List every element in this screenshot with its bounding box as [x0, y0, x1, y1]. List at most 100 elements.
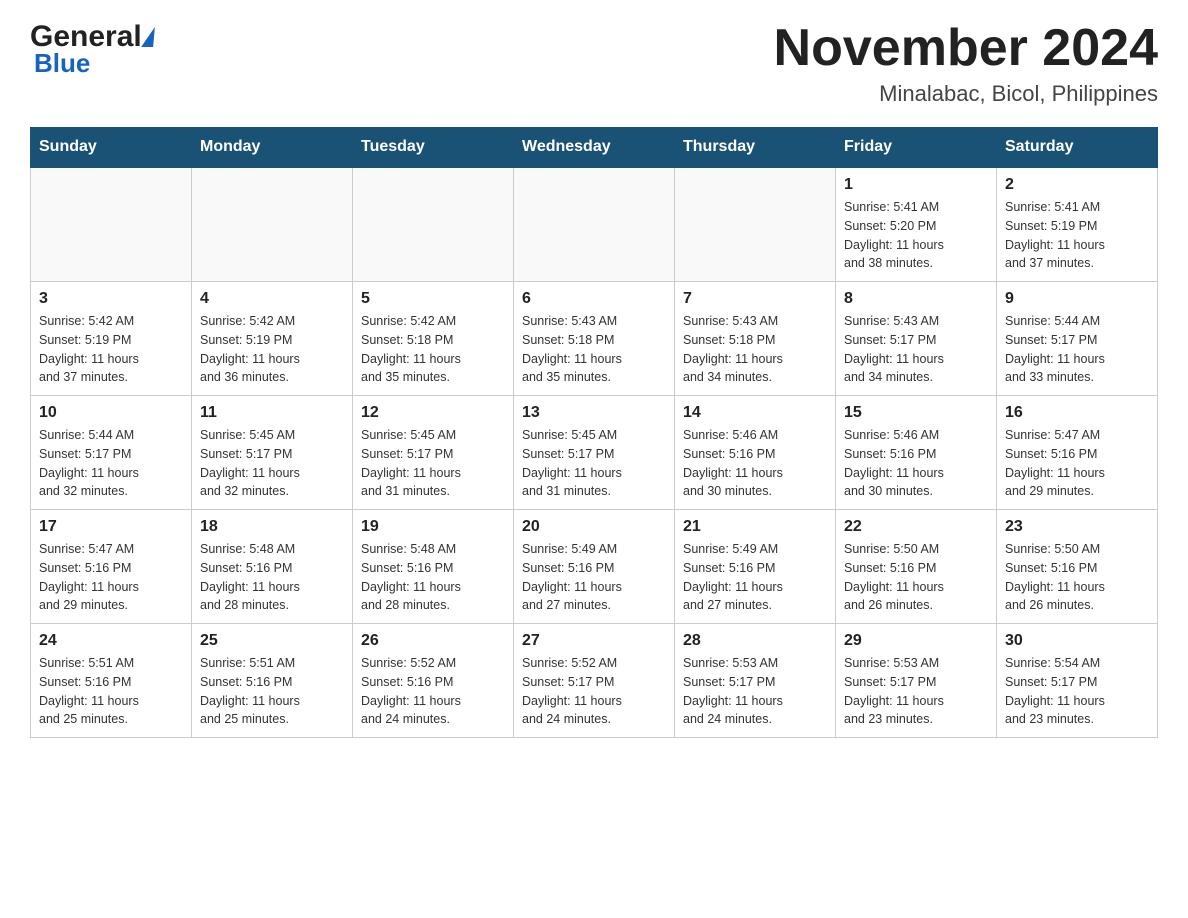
- weekday-header-row: SundayMondayTuesdayWednesdayThursdayFrid…: [31, 128, 1158, 168]
- cell-date-number: 19: [361, 518, 505, 536]
- calendar-cell: [675, 167, 836, 282]
- cell-date-number: 5: [361, 290, 505, 308]
- calendar-cell: 26 Sunrise: 5:52 AM Sunset: 5:16 PM Dayli…: [353, 624, 514, 738]
- cell-date-number: 30: [1005, 632, 1149, 650]
- cell-sun-info: Sunrise: 5:48 AM Sunset: 5:16 PM Dayligh…: [361, 540, 505, 615]
- cell-sun-info: Sunrise: 5:47 AM Sunset: 5:16 PM Dayligh…: [1005, 426, 1149, 501]
- cell-date-number: 7: [683, 290, 827, 308]
- cell-date-number: 13: [522, 404, 666, 422]
- cell-date-number: 14: [683, 404, 827, 422]
- cell-date-number: 17: [39, 518, 183, 536]
- calendar-cell: 18 Sunrise: 5:48 AM Sunset: 5:16 PM Dayli…: [192, 510, 353, 624]
- calendar-cell: 6Sunrise: 5:43 AM Sunset: 5:18 PM Daylig…: [514, 282, 675, 396]
- cell-sun-info: Sunrise: 5:52 AM Sunset: 5:16 PM Dayligh…: [361, 654, 505, 729]
- cell-sun-info: Sunrise: 5:51 AM Sunset: 5:16 PM Dayligh…: [39, 654, 183, 729]
- cell-sun-info: Sunrise: 5:49 AM Sunset: 5:16 PM Dayligh…: [522, 540, 666, 615]
- cell-sun-info: Sunrise: 5:49 AM Sunset: 5:16 PM Dayligh…: [683, 540, 827, 615]
- calendar-cell: [514, 167, 675, 282]
- weekday-header-sunday: Sunday: [31, 128, 192, 168]
- logo-triangle-icon: [141, 27, 155, 47]
- title-block: November 2024 Minalabac, Bicol, Philippi…: [774, 20, 1158, 107]
- cell-sun-info: Sunrise: 5:45 AM Sunset: 5:17 PM Dayligh…: [200, 426, 344, 501]
- cell-sun-info: Sunrise: 5:41 AM Sunset: 5:19 PM Dayligh…: [1005, 198, 1149, 273]
- cell-date-number: 8: [844, 290, 988, 308]
- calendar-cell: 7 Sunrise: 5:43 AM Sunset: 5:18 PM Daylig…: [675, 282, 836, 396]
- week-row-3: 10 Sunrise: 5:44 AM Sunset: 5:17 PM Dayli…: [31, 396, 1158, 510]
- cell-date-number: 25: [200, 632, 344, 650]
- cell-date-number: 26: [361, 632, 505, 650]
- month-title: November 2024: [774, 20, 1158, 77]
- cell-sun-info: Sunrise: 5:52 AM Sunset: 5:17 PM Dayligh…: [522, 654, 666, 729]
- calendar-cell: 15Sunrise: 5:46 AM Sunset: 5:16 PM Dayli…: [836, 396, 997, 510]
- weekday-header-thursday: Thursday: [675, 128, 836, 168]
- calendar-cell: 24 Sunrise: 5:51 AM Sunset: 5:16 PM Dayli…: [31, 624, 192, 738]
- cell-date-number: 10: [39, 404, 183, 422]
- cell-date-number: 21: [683, 518, 827, 536]
- calendar-cell: 4Sunrise: 5:42 AM Sunset: 5:19 PM Daylig…: [192, 282, 353, 396]
- calendar-cell: 13 Sunrise: 5:45 AM Sunset: 5:17 PM Dayli…: [514, 396, 675, 510]
- cell-sun-info: Sunrise: 5:50 AM Sunset: 5:16 PM Dayligh…: [1005, 540, 1149, 615]
- cell-date-number: 16: [1005, 404, 1149, 422]
- weekday-header-saturday: Saturday: [997, 128, 1158, 168]
- cell-date-number: 22: [844, 518, 988, 536]
- cell-date-number: 12: [361, 404, 505, 422]
- cell-sun-info: Sunrise: 5:48 AM Sunset: 5:16 PM Dayligh…: [200, 540, 344, 615]
- location-title: Minalabac, Bicol, Philippines: [774, 81, 1158, 107]
- cell-date-number: 20: [522, 518, 666, 536]
- calendar-cell: 11 Sunrise: 5:45 AM Sunset: 5:17 PM Dayli…: [192, 396, 353, 510]
- cell-sun-info: Sunrise: 5:43 AM Sunset: 5:17 PM Dayligh…: [844, 312, 988, 387]
- cell-date-number: 11: [200, 404, 344, 422]
- cell-sun-info: Sunrise: 5:45 AM Sunset: 5:17 PM Dayligh…: [361, 426, 505, 501]
- cell-sun-info: Sunrise: 5:43 AM Sunset: 5:18 PM Dayligh…: [683, 312, 827, 387]
- week-row-5: 24 Sunrise: 5:51 AM Sunset: 5:16 PM Dayli…: [31, 624, 1158, 738]
- calendar-cell: 25 Sunrise: 5:51 AM Sunset: 5:16 PM Dayli…: [192, 624, 353, 738]
- cell-date-number: 28: [683, 632, 827, 650]
- cell-sun-info: Sunrise: 5:53 AM Sunset: 5:17 PM Dayligh…: [683, 654, 827, 729]
- cell-date-number: 2: [1005, 176, 1149, 194]
- calendar-cell: 5 Sunrise: 5:42 AM Sunset: 5:18 PM Daylig…: [353, 282, 514, 396]
- cell-sun-info: Sunrise: 5:41 AM Sunset: 5:20 PM Dayligh…: [844, 198, 988, 273]
- week-row-4: 17Sunrise: 5:47 AM Sunset: 5:16 PM Dayli…: [31, 510, 1158, 624]
- logo: General Blue: [30, 20, 154, 79]
- calendar-cell: 30 Sunrise: 5:54 AM Sunset: 5:17 PM Dayli…: [997, 624, 1158, 738]
- cell-sun-info: Sunrise: 5:54 AM Sunset: 5:17 PM Dayligh…: [1005, 654, 1149, 729]
- calendar-cell: 28 Sunrise: 5:53 AM Sunset: 5:17 PM Dayli…: [675, 624, 836, 738]
- calendar-cell: 21 Sunrise: 5:49 AM Sunset: 5:16 PM Dayli…: [675, 510, 836, 624]
- cell-date-number: 27: [522, 632, 666, 650]
- cell-sun-info: Sunrise: 5:45 AM Sunset: 5:17 PM Dayligh…: [522, 426, 666, 501]
- calendar-cell: 27 Sunrise: 5:52 AM Sunset: 5:17 PM Dayli…: [514, 624, 675, 738]
- calendar-cell: [192, 167, 353, 282]
- cell-date-number: 18: [200, 518, 344, 536]
- cell-date-number: 6: [522, 290, 666, 308]
- calendar-cell: 8 Sunrise: 5:43 AM Sunset: 5:17 PM Daylig…: [836, 282, 997, 396]
- weekday-header-monday: Monday: [192, 128, 353, 168]
- page-header: General Blue November 2024 Minalabac, Bi…: [30, 20, 1158, 107]
- calendar-cell: 23Sunrise: 5:50 AM Sunset: 5:16 PM Dayli…: [997, 510, 1158, 624]
- calendar-cell: 2 Sunrise: 5:41 AM Sunset: 5:19 PM Daylig…: [997, 167, 1158, 282]
- cell-sun-info: Sunrise: 5:42 AM Sunset: 5:19 PM Dayligh…: [39, 312, 183, 387]
- cell-sun-info: Sunrise: 5:42 AM Sunset: 5:19 PM Dayligh…: [200, 312, 344, 387]
- cell-sun-info: Sunrise: 5:51 AM Sunset: 5:16 PM Dayligh…: [200, 654, 344, 729]
- cell-sun-info: Sunrise: 5:50 AM Sunset: 5:16 PM Dayligh…: [844, 540, 988, 615]
- cell-sun-info: Sunrise: 5:44 AM Sunset: 5:17 PM Dayligh…: [1005, 312, 1149, 387]
- calendar-cell: [31, 167, 192, 282]
- cell-sun-info: Sunrise: 5:46 AM Sunset: 5:16 PM Dayligh…: [683, 426, 827, 501]
- calendar-cell: 19 Sunrise: 5:48 AM Sunset: 5:16 PM Dayli…: [353, 510, 514, 624]
- cell-date-number: 24: [39, 632, 183, 650]
- cell-sun-info: Sunrise: 5:44 AM Sunset: 5:17 PM Dayligh…: [39, 426, 183, 501]
- cell-sun-info: Sunrise: 5:42 AM Sunset: 5:18 PM Dayligh…: [361, 312, 505, 387]
- week-row-2: 3 Sunrise: 5:42 AM Sunset: 5:19 PM Daylig…: [31, 282, 1158, 396]
- calendar-cell: 16 Sunrise: 5:47 AM Sunset: 5:16 PM Dayli…: [997, 396, 1158, 510]
- calendar-cell: 12 Sunrise: 5:45 AM Sunset: 5:17 PM Dayli…: [353, 396, 514, 510]
- calendar-cell: 14 Sunrise: 5:46 AM Sunset: 5:16 PM Dayli…: [675, 396, 836, 510]
- logo-blue-text: Blue: [34, 48, 154, 79]
- cell-sun-info: Sunrise: 5:46 AM Sunset: 5:16 PM Dayligh…: [844, 426, 988, 501]
- week-row-1: 1Sunrise: 5:41 AM Sunset: 5:20 PM Daylig…: [31, 167, 1158, 282]
- calendar-cell: 29Sunrise: 5:53 AM Sunset: 5:17 PM Dayli…: [836, 624, 997, 738]
- calendar-cell: 10 Sunrise: 5:44 AM Sunset: 5:17 PM Dayli…: [31, 396, 192, 510]
- calendar-cell: 1Sunrise: 5:41 AM Sunset: 5:20 PM Daylig…: [836, 167, 997, 282]
- weekday-header-friday: Friday: [836, 128, 997, 168]
- cell-date-number: 9: [1005, 290, 1149, 308]
- weekday-header-wednesday: Wednesday: [514, 128, 675, 168]
- cell-date-number: 3: [39, 290, 183, 308]
